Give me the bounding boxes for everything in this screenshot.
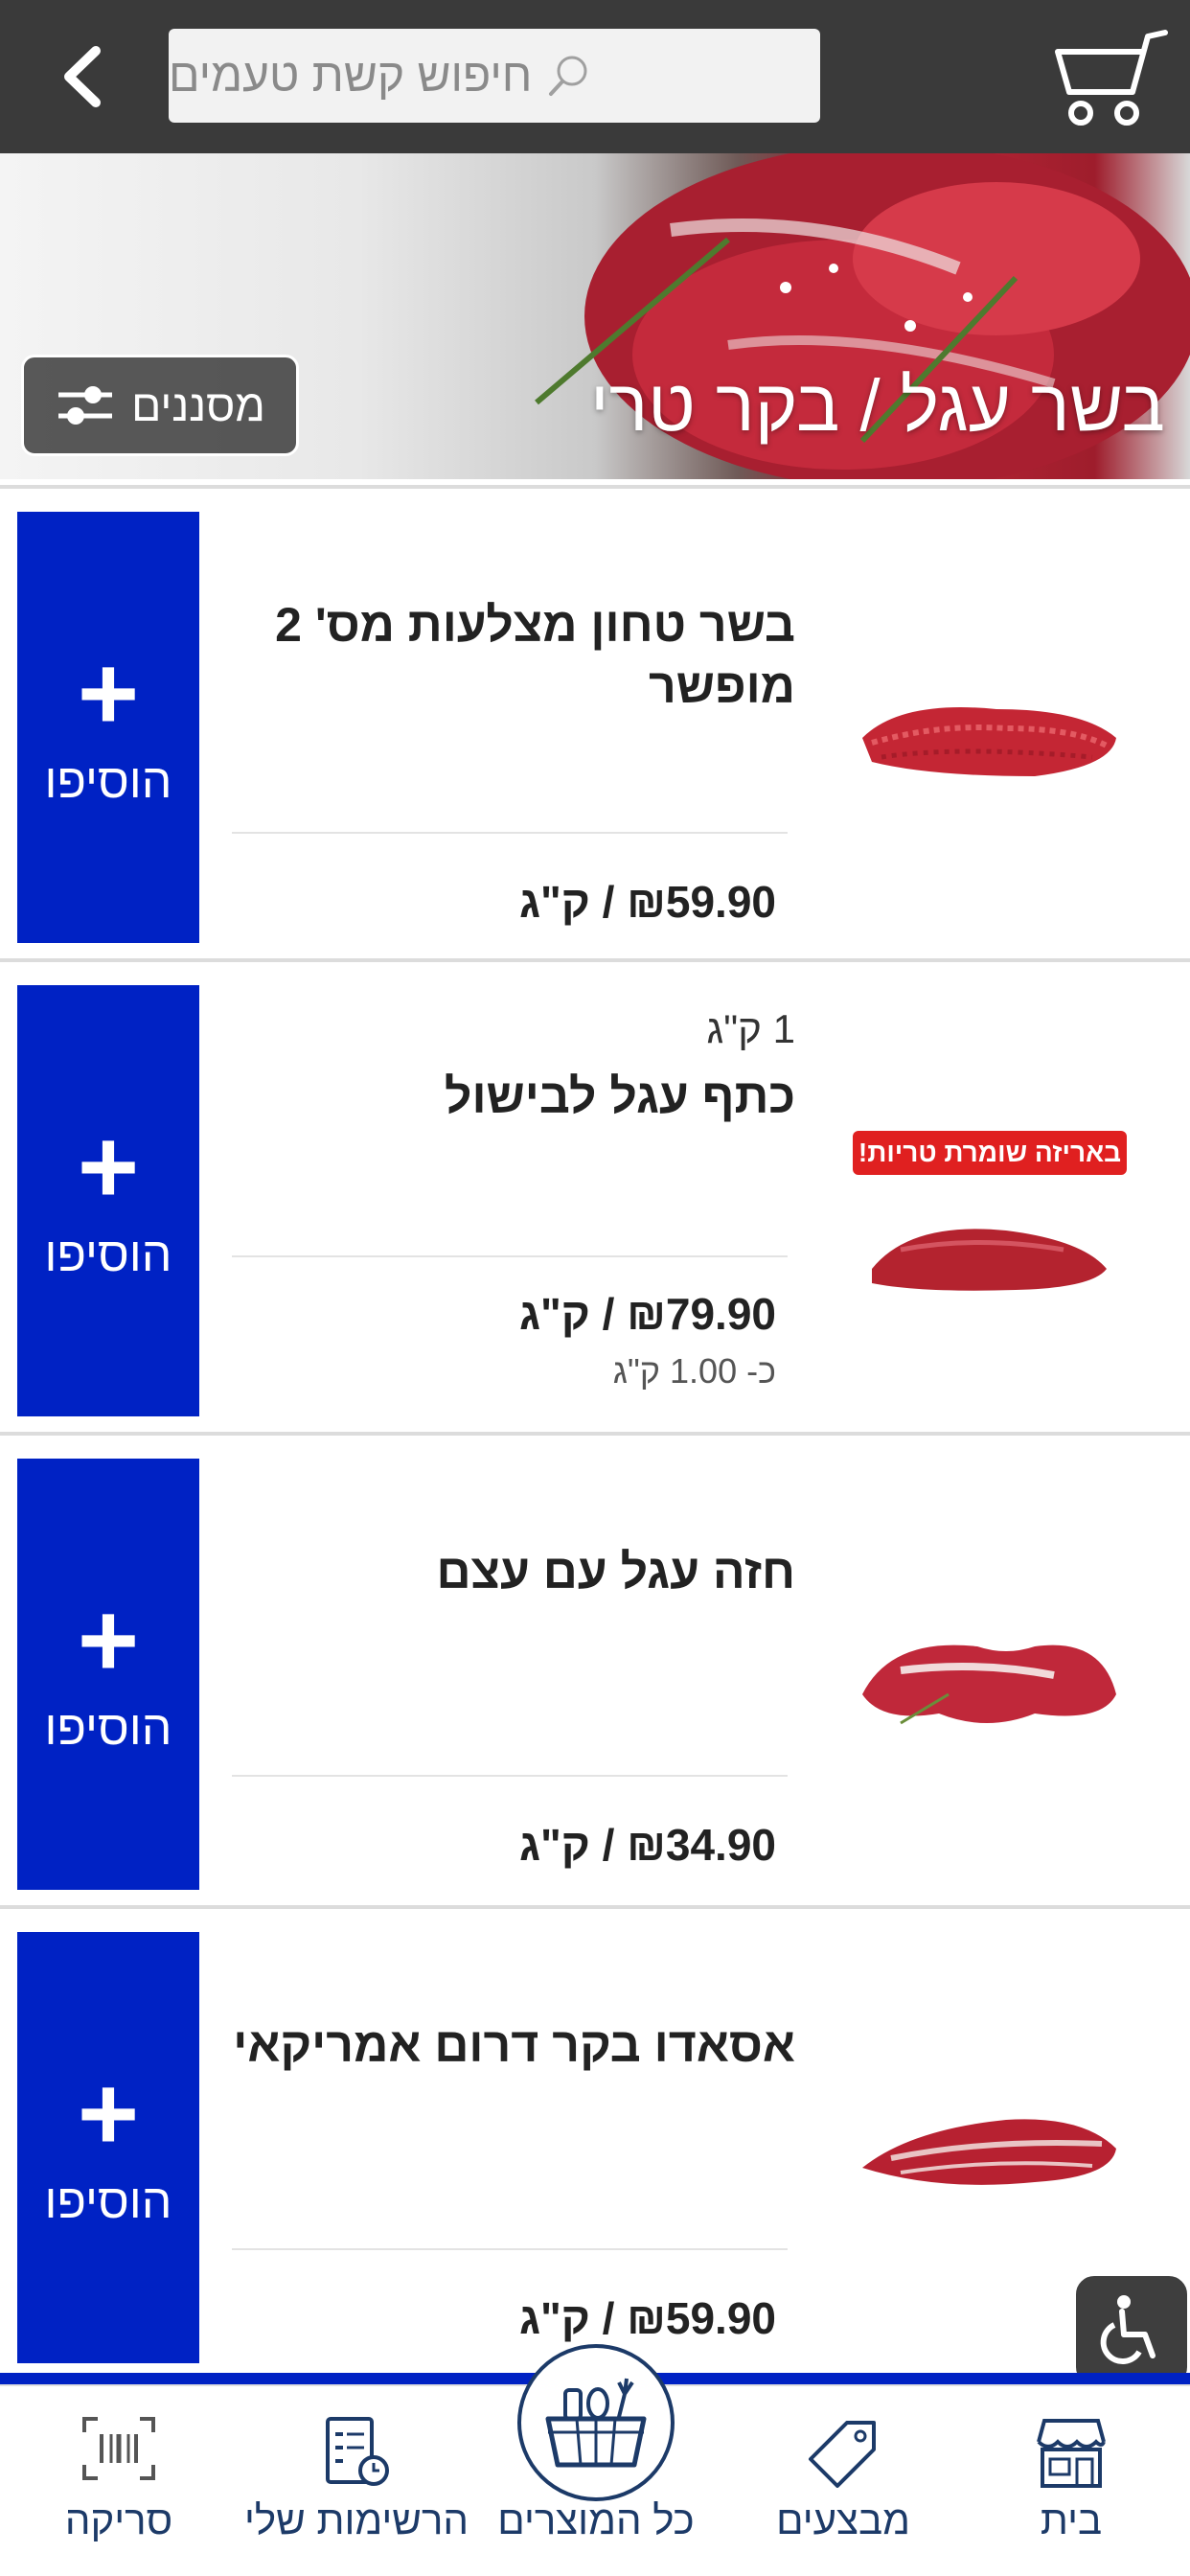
nav-item-home[interactable]: בית bbox=[956, 2396, 1186, 2568]
sliders-icon bbox=[58, 386, 113, 425]
add-to-cart-button[interactable]: + הוסיפו bbox=[17, 1459, 199, 1890]
accessibility-button[interactable] bbox=[1073, 2273, 1190, 2388]
filters-label: מסננים bbox=[131, 380, 265, 430]
cart-button[interactable] bbox=[1048, 25, 1173, 130]
product-image[interactable] bbox=[843, 632, 1131, 824]
price-tag-icon bbox=[809, 2421, 876, 2488]
divider bbox=[232, 1775, 788, 1777]
product-card[interactable]: + הוסיפו חזה עגל עם עצם ₪34.90 / ק"ג bbox=[0, 1432, 1190, 1905]
product-name: חזה עגל עם עצם bbox=[436, 1545, 795, 1598]
product-card[interactable]: + הוסיפו אסאדו בקר דרום אמריקאי ₪59.90 /… bbox=[0, 1905, 1190, 2379]
divider bbox=[232, 1255, 788, 1257]
divider bbox=[232, 2248, 788, 2250]
back-button[interactable] bbox=[48, 38, 115, 115]
plus-icon: + bbox=[77, 1581, 140, 1699]
product-card[interactable]: + הוסיפו בשר טחון מצלעות מס' 2 מופשר ₪59… bbox=[0, 485, 1190, 958]
plus-icon: + bbox=[77, 1108, 140, 1226]
store-icon bbox=[1037, 2419, 1106, 2488]
promo-badge: באריזה שומרת טריות! bbox=[853, 1131, 1127, 1175]
product-image[interactable] bbox=[843, 1579, 1131, 1771]
plus-icon: + bbox=[77, 634, 140, 752]
nav-item-my-lists[interactable]: הרשימות שלי bbox=[241, 2396, 471, 2568]
add-label: הוסיפו bbox=[44, 1228, 172, 1281]
nav-item-deals[interactable]: מבצעים bbox=[728, 2396, 958, 2568]
add-label: הוסיפו bbox=[44, 754, 172, 808]
checklist-icon bbox=[326, 2417, 389, 2486]
product-info: אסאדו בקר דרום אמריקאי bbox=[230, 2014, 795, 2076]
product-info: בשר טחון מצלעות מס' 2 מופשר bbox=[230, 594, 795, 717]
product-name: בשר טחון מצלעות מס' 2 מופשר bbox=[275, 598, 795, 713]
top-header: חיפוש קשת טעמים bbox=[0, 0, 1190, 153]
filters-button[interactable]: מסננים bbox=[21, 355, 299, 456]
product-price: ₪79.90 / ק"ג bbox=[518, 1289, 776, 1339]
add-label: הוסיפו bbox=[44, 1701, 172, 1755]
plus-icon: + bbox=[77, 2055, 140, 2173]
nav-label: בית bbox=[1040, 2497, 1103, 2542]
cart-icon bbox=[1055, 30, 1168, 126]
nav-label: כל המוצרים bbox=[497, 2497, 695, 2542]
approx-weight: כ- 1.00 ק"ג bbox=[612, 1351, 776, 1391]
all-products-circle[interactable] bbox=[517, 2344, 675, 2501]
product-card[interactable]: + הוסיפו 1 ק"ג כתף עגל לבישול ₪79.90 / ק… bbox=[0, 958, 1190, 1432]
nav-label: הרשימות שלי bbox=[243, 2497, 469, 2542]
product-name: כתף עגל לבישול bbox=[444, 1070, 795, 1123]
chevron-left-icon bbox=[64, 46, 101, 107]
add-to-cart-button[interactable]: + הוסיפו bbox=[17, 1932, 199, 2363]
add-label: הוסיפו bbox=[44, 2174, 172, 2228]
wheelchair-icon bbox=[1100, 2295, 1156, 2365]
product-weight: 1 ק"ג bbox=[706, 1006, 795, 1051]
product-info: חזה עגל עם עצם bbox=[230, 1541, 795, 1602]
product-name: אסאדו בקר דרום אמריקאי bbox=[233, 2018, 795, 2072]
search-input[interactable]: חיפוש קשת טעמים bbox=[169, 29, 820, 123]
add-to-cart-button[interactable]: + הוסיפו bbox=[17, 985, 199, 1416]
divider bbox=[232, 832, 788, 834]
barcode-scan-icon bbox=[82, 2417, 155, 2480]
product-price: ₪34.90 / ק"ג bbox=[518, 1820, 776, 1870]
product-price: ₪59.90 / ק"ג bbox=[518, 2293, 776, 2343]
nav-item-scan[interactable]: סריקה bbox=[4, 2396, 234, 2568]
product-price: ₪59.90 / ק"ג bbox=[518, 877, 776, 927]
nav-label: מבצעים bbox=[776, 2497, 910, 2542]
nav-label: סריקה bbox=[64, 2497, 173, 2542]
category-title: בשר עגל / בקר טרי bbox=[589, 365, 1165, 447]
product-info: 1 ק"ג כתף עגל לבישול bbox=[230, 1006, 795, 1127]
search-icon bbox=[549, 56, 587, 96]
grocery-basket-icon bbox=[545, 2378, 647, 2468]
search-placeholder: חיפוש קשת טעמים bbox=[169, 50, 533, 102]
add-to-cart-button[interactable]: + הוסיפו bbox=[17, 512, 199, 943]
product-image[interactable] bbox=[843, 1183, 1131, 1374]
product-image[interactable] bbox=[843, 2053, 1131, 2244]
